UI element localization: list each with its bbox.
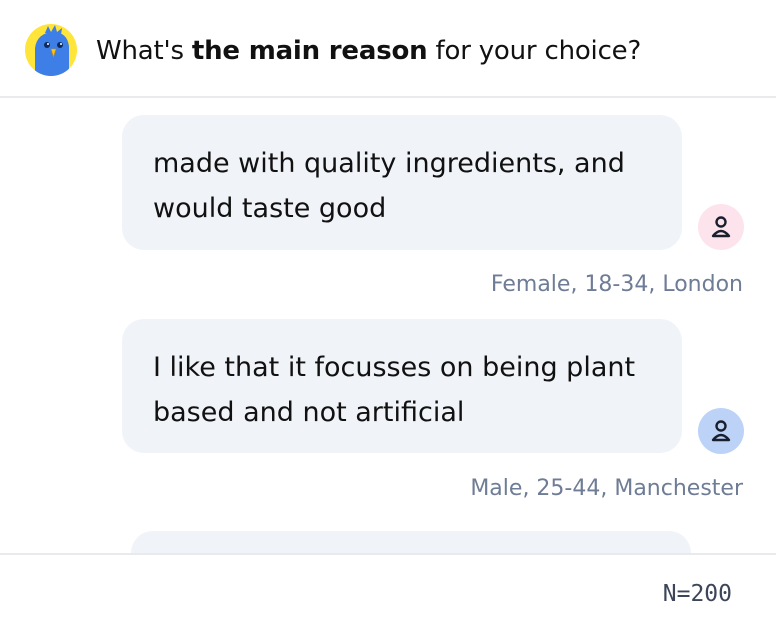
question-header: What's the main reason for your choice? — [0, 0, 776, 98]
question-emphasis: the main reason — [191, 36, 428, 66]
sample-size: N=200 — [662, 581, 732, 607]
respondent-avatar — [698, 408, 744, 454]
person-icon — [711, 216, 731, 238]
footer: N=200 — [0, 553, 776, 635]
question-title: What's the main reason for your choice? — [96, 33, 641, 69]
respondent-avatar — [698, 204, 744, 250]
response-bubble: I like that it focusses on being plant b… — [122, 319, 682, 453]
question-prefix: What's — [96, 36, 192, 66]
response-text: I like that it focusses on being plant b… — [153, 352, 636, 428]
response-text: made with quality ingredients, and would… — [153, 148, 625, 224]
respondent-meta: Female, 18-34, London — [490, 272, 743, 297]
question-suffix: for your choice? — [427, 36, 642, 66]
respondent-meta: Male, 25-44, Manchester — [470, 476, 743, 501]
response-bubble: made with quality ingredients, and would… — [122, 115, 682, 250]
person-icon — [711, 420, 731, 442]
bird-mascot-icon — [25, 24, 77, 76]
